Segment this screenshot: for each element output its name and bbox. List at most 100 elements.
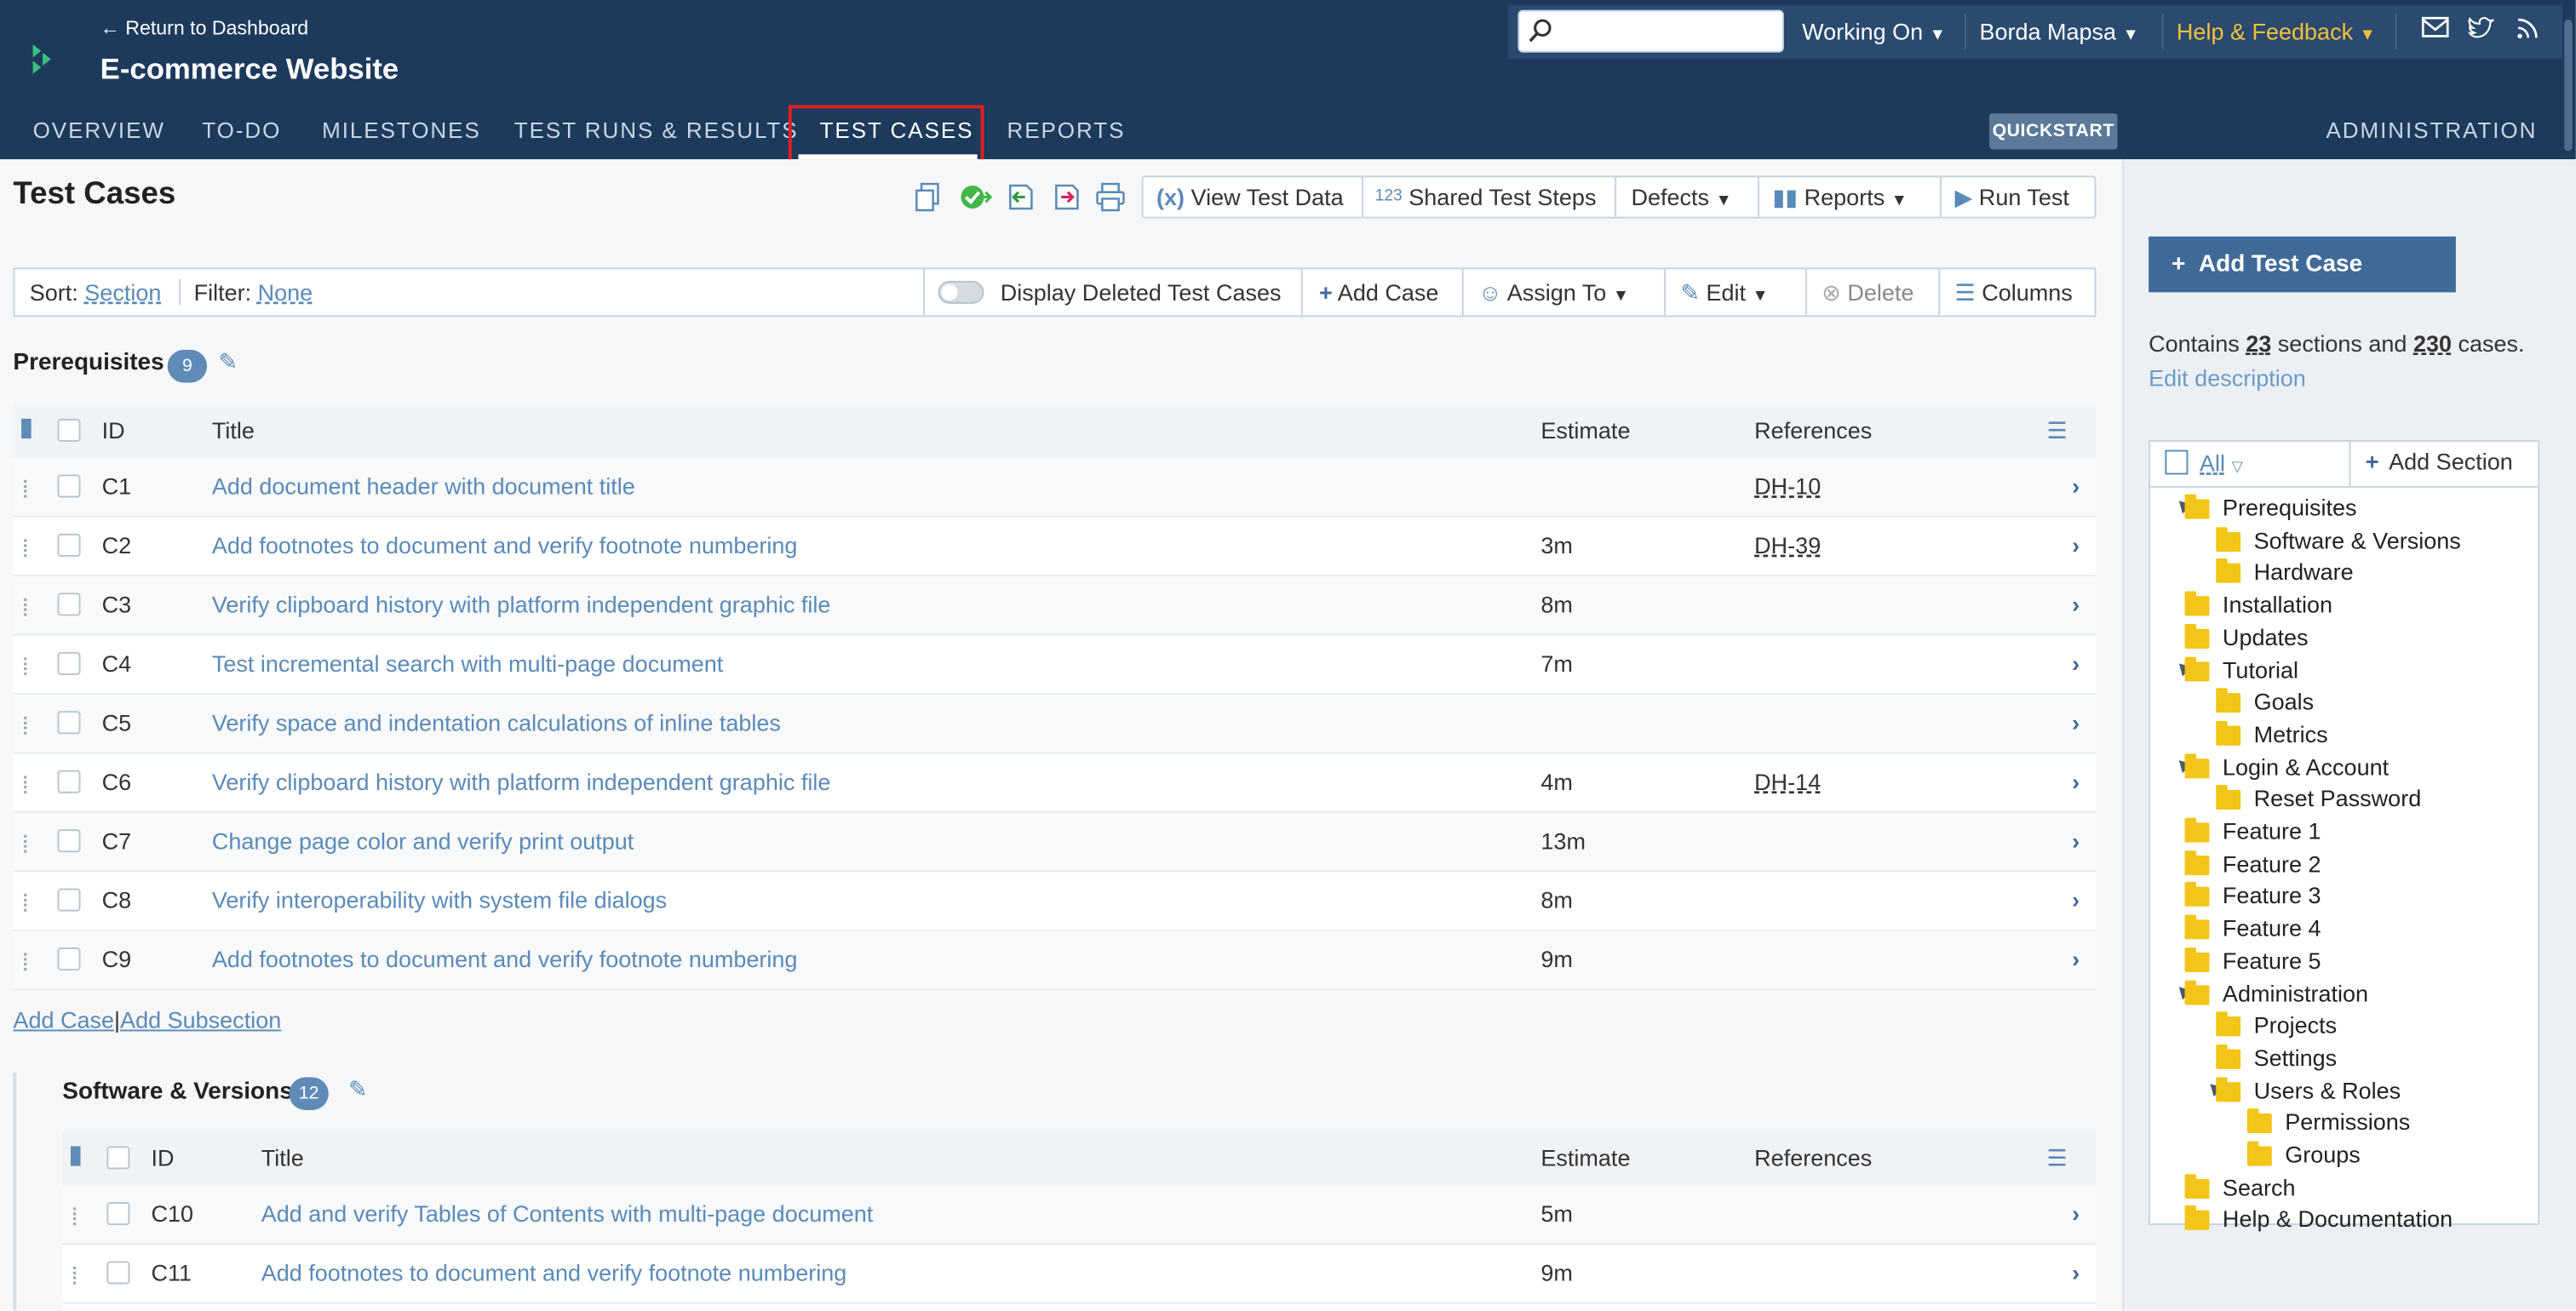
tree-node-label[interactable]: Feature 3: [2223, 881, 2321, 911]
tree-node-label[interactable]: Software & Versions: [2254, 525, 2461, 555]
row-checkbox[interactable]: [57, 711, 81, 735]
chevron-right-icon[interactable]: ›: [2072, 576, 2080, 634]
tab-administration[interactable]: ADMINISTRATION: [2326, 118, 2537, 143]
column-header-references[interactable]: References: [1754, 1131, 1872, 1186]
tree-node-label[interactable]: Help & Documentation: [2223, 1205, 2453, 1234]
return-to-dashboard-link[interactable]: ← Return to Dashboard: [100, 16, 308, 39]
tree-node-label[interactable]: Feature 2: [2223, 849, 2321, 879]
table-row[interactable]: C3 Verify clipboard history with platform…: [13, 576, 2097, 637]
view-test-data-button[interactable]: (x) View Test Data: [1156, 177, 1344, 216]
case-title-link[interactable]: Add footnotes to document and verify foo…: [212, 931, 798, 989]
column-header-title[interactable]: Title: [212, 404, 255, 459]
column-header-estimate[interactable]: Estimate: [1540, 404, 1630, 459]
column-header-id[interactable]: ID: [102, 404, 125, 459]
sort-control[interactable]: Sort: Section: [30, 269, 162, 315]
row-checkbox[interactable]: [57, 593, 81, 616]
case-reference[interactable]: DH-10: [1754, 458, 1821, 516]
column-settings-icon[interactable]: ☰: [2047, 1131, 2068, 1186]
chevron-right-icon[interactable]: ›: [2072, 458, 2080, 516]
tree-node-label[interactable]: Feature 5: [2223, 946, 2321, 976]
tab-milestones[interactable]: MILESTONES: [322, 118, 481, 143]
column-header-id[interactable]: ID: [151, 1131, 174, 1186]
table-row[interactable]: C6 Verify clipboard history with platform…: [13, 753, 2097, 814]
case-title-link[interactable]: Test incremental search with multi-page …: [212, 636, 723, 694]
column-header-title[interactable]: Title: [261, 1131, 304, 1186]
case-title-link[interactable]: Add document header with document title: [212, 458, 635, 516]
drag-handle-icon[interactable]: [71, 1245, 81, 1305]
tree-node-label[interactable]: Prerequisites: [2223, 493, 2357, 523]
table-row[interactable]: C4 Test incremental search with multi-pag…: [13, 636, 2097, 695]
column-settings-icon[interactable]: ☰: [2047, 404, 2068, 459]
table-row[interactable]: C11 Add footnotes to document and verify …: [62, 1245, 2097, 1305]
case-title-link[interactable]: Add footnotes to document and verify foo…: [212, 518, 798, 575]
table-row[interactable]: C10 Add and verify Tables of Contents wit…: [62, 1185, 2097, 1246]
working-on-dropdown[interactable]: Working On ▼: [1802, 18, 1946, 44]
case-title-link[interactable]: Verify interoperability with system file…: [212, 872, 667, 930]
add-case-link[interactable]: Add Case: [13, 1006, 114, 1033]
print-icon[interactable]: [1096, 182, 1126, 212]
edit-section-pencil-icon[interactable]: ✎: [348, 1075, 368, 1103]
row-checkbox[interactable]: [57, 770, 81, 793]
window-scrollbar[interactable]: [2562, 0, 2576, 160]
tab-todo[interactable]: TO-DO: [202, 118, 281, 143]
row-checkbox[interactable]: [106, 1202, 130, 1226]
search-input[interactable]: [1517, 9, 1784, 53]
tree-node-label[interactable]: Settings: [2254, 1043, 2338, 1073]
twitter-icon[interactable]: [2467, 16, 2495, 39]
drag-handle-icon[interactable]: [71, 1186, 81, 1246]
defects-dropdown[interactable]: Defects ▼: [1631, 177, 1731, 216]
filter-control[interactable]: Filter: None: [194, 269, 313, 315]
run-test-button[interactable]: ▶ Run Test: [1955, 177, 2069, 216]
chevron-right-icon[interactable]: ›: [2072, 813, 2080, 871]
select-all-checkbox[interactable]: [106, 1146, 130, 1170]
import-icon[interactable]: [960, 182, 993, 212]
tree-node-label[interactable]: Groups: [2285, 1140, 2361, 1170]
row-checkbox[interactable]: [106, 1261, 130, 1285]
case-title-link[interactable]: Add footnotes to document and verify foo…: [261, 1245, 847, 1302]
tree-node-label[interactable]: Installation: [2223, 590, 2332, 620]
delete-button[interactable]: ⊗ Delete: [1822, 269, 1913, 315]
tree-node-label[interactable]: Feature 4: [2223, 913, 2321, 943]
tree-node-label[interactable]: Login & Account: [2223, 752, 2389, 781]
rss-icon[interactable]: [2516, 16, 2539, 39]
tree-node-label[interactable]: Projects: [2254, 1010, 2338, 1040]
columns-button[interactable]: ☰ Columns: [1955, 269, 2073, 315]
table-row[interactable]: C2 Add footnotes to document and verify f…: [13, 518, 2097, 578]
tree-node-label[interactable]: Administration: [2223, 978, 2368, 1008]
mail-icon[interactable]: [2421, 16, 2449, 39]
move-icon[interactable]: [1052, 182, 1081, 212]
tree-node-label[interactable]: Tutorial: [2223, 655, 2298, 684]
drag-handle-icon[interactable]: [21, 695, 32, 755]
row-checkbox[interactable]: [57, 474, 81, 498]
table-row[interactable]: C9 Add footnotes to document and verify f…: [13, 930, 2097, 991]
tab-reports[interactable]: REPORTS: [1007, 118, 1125, 143]
chevron-right-icon[interactable]: ›: [2072, 931, 2080, 989]
chevron-right-icon[interactable]: ›: [2072, 518, 2080, 575]
tree-node-label[interactable]: Hardware: [2254, 558, 2354, 587]
drag-handle-icon[interactable]: [21, 458, 32, 518]
tree-node-label[interactable]: Permissions: [2285, 1108, 2410, 1137]
drag-handle-icon[interactable]: [21, 753, 32, 814]
chevron-right-icon[interactable]: ›: [2072, 1245, 2080, 1302]
tree-node-label[interactable]: Updates: [2223, 622, 2309, 652]
drag-handle-icon[interactable]: [21, 518, 32, 578]
row-checkbox[interactable]: [57, 947, 81, 971]
table-row[interactable]: C5 Verify space and indentation calculati…: [13, 694, 2097, 755]
edit-section-pencil-icon[interactable]: ✎: [219, 348, 238, 376]
chevron-right-icon[interactable]: ›: [2072, 636, 2080, 694]
drag-handle-icon[interactable]: [21, 576, 32, 637]
case-title-link[interactable]: Verify clipboard history with platform i…: [212, 576, 831, 634]
tree-node-label[interactable]: Users & Roles: [2254, 1075, 2401, 1105]
row-checkbox[interactable]: [57, 888, 81, 912]
tree-node-label[interactable]: Reset Password: [2254, 784, 2422, 814]
column-header-references[interactable]: References: [1754, 404, 1872, 459]
tab-overview[interactable]: OVERVIEW: [33, 118, 165, 143]
table-row[interactable]: C1 Add document header with document titl…: [13, 458, 2097, 518]
add-test-case-button[interactable]: + Add Test Case: [2149, 236, 2456, 293]
reports-dropdown[interactable]: ▮▮ Reports ▼: [1772, 177, 1907, 216]
edit-dropdown[interactable]: ✎ Edit ▼: [1680, 269, 1768, 315]
select-all-checkbox[interactable]: [57, 418, 81, 442]
sort-value-link[interactable]: Section: [84, 279, 161, 306]
row-checkbox[interactable]: [57, 651, 81, 675]
shared-test-steps-button[interactable]: 123 Shared Test Steps: [1375, 177, 1597, 216]
